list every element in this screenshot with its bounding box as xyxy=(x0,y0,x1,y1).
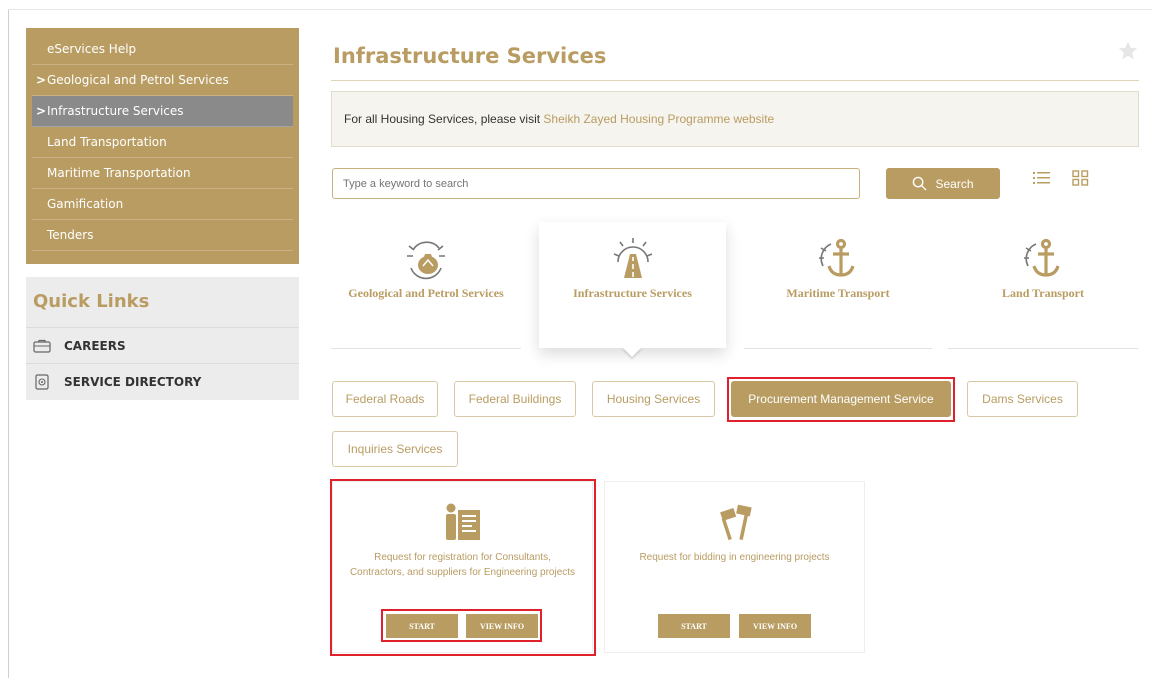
sidebar-item-gamification[interactable]: Gamification xyxy=(32,189,293,220)
sidebar-nav: eServices Help >Geological and Petrol Se… xyxy=(26,28,299,264)
category-label: Geological and Petrol Services xyxy=(348,286,504,300)
category-divider xyxy=(331,348,521,349)
sidebar-item-tenders[interactable]: Tenders xyxy=(32,220,293,251)
tab-dams-services[interactable]: Dams Services xyxy=(967,381,1078,417)
category-label: Maritime Transport xyxy=(786,286,890,300)
sidebar-item-geological[interactable]: >Geological and Petrol Services xyxy=(32,65,293,96)
grid-view-icon[interactable] xyxy=(1072,170,1090,186)
search-icon xyxy=(913,176,928,191)
search-button-label: Search xyxy=(935,176,974,191)
title-divider xyxy=(331,80,1139,81)
category-divider xyxy=(948,348,1138,349)
tab-federal-buildings[interactable]: Federal Buildings xyxy=(454,381,576,417)
sidebar-item-maritime-transportation[interactable]: Maritime Transportation xyxy=(32,158,293,189)
quick-link-label: SERVICE DIRECTORY xyxy=(64,374,202,389)
start-button[interactable]: START xyxy=(658,614,730,638)
road-gear-icon xyxy=(613,238,652,278)
anchor-gear-icon xyxy=(1024,238,1060,277)
sidebar-item-label: eServices Help xyxy=(47,42,137,56)
chevron-right-icon: > xyxy=(36,104,47,118)
category-label: Infrastructure Services xyxy=(573,286,692,300)
sidebar-item-label: Land Transportation xyxy=(47,135,167,149)
category-infrastructure[interactable]: Infrastructure Services xyxy=(539,222,726,348)
search-button[interactable]: Search xyxy=(886,168,1000,199)
sidebar-item-label: Infrastructure Services xyxy=(47,104,184,118)
chevron-right-icon: > xyxy=(36,73,47,87)
highlight-box-tab xyxy=(727,377,955,422)
category-label: Land Transport xyxy=(1002,286,1084,300)
favorite-star-icon[interactable] xyxy=(1117,40,1139,62)
tab-federal-roads[interactable]: Federal Roads xyxy=(332,381,438,417)
view-info-button[interactable]: VIEW INFO xyxy=(739,614,811,638)
service-title: Request for bidding in engineering proje… xyxy=(639,552,830,563)
page-title: Infrastructure Services xyxy=(333,44,607,68)
service-card-bidding: Request for bidding in engineering proje… xyxy=(604,481,865,653)
category-geological[interactable]: Geological and Petrol Services xyxy=(331,222,521,348)
category-divider xyxy=(744,348,932,349)
page-frame-top xyxy=(8,9,1152,10)
quick-link-label: CAREERS xyxy=(64,338,126,353)
page-frame-left xyxy=(8,10,9,678)
bidding-icon xyxy=(719,504,752,541)
sidebar-item-land-transportation[interactable]: Land Transportation xyxy=(32,127,293,158)
anchor-gear-icon xyxy=(819,238,855,277)
sidebar-item-label: Geological and Petrol Services xyxy=(47,73,229,87)
directory-icon xyxy=(32,373,52,390)
quick-links-title: Quick Links xyxy=(33,291,150,312)
sidebar-item-infrastructure[interactable]: >Infrastructure Services xyxy=(32,96,293,127)
quick-link-careers[interactable]: CAREERS xyxy=(26,327,299,363)
quick-links-panel: Quick Links CAREERS SERVICE DIRECTORY xyxy=(26,277,299,400)
tab-inquiries-services[interactable]: Inquiries Services xyxy=(332,431,458,467)
category-land-transport[interactable]: Land Transport xyxy=(948,222,1138,348)
briefcase-icon xyxy=(32,338,52,354)
sidebar-item-label: Tenders xyxy=(47,228,94,242)
active-category-pointer xyxy=(622,347,642,357)
sidebar-item-eservices-help[interactable]: eServices Help xyxy=(32,34,293,65)
highlight-box-buttons xyxy=(381,609,542,642)
oil-gear-icon xyxy=(407,241,445,280)
list-view-icon[interactable] xyxy=(1033,170,1051,186)
quick-link-service-directory[interactable]: SERVICE DIRECTORY xyxy=(26,363,299,399)
tab-housing-services[interactable]: Housing Services xyxy=(592,381,715,417)
housing-notice: For all Housing Services, please visit S… xyxy=(331,91,1139,147)
housing-programme-link[interactable]: Sheikh Zayed Housing Programme website xyxy=(543,112,774,126)
sidebar-item-label: Maritime Transportation xyxy=(47,166,191,180)
sidebar-item-label: Gamification xyxy=(47,197,124,211)
search-input[interactable] xyxy=(332,168,860,199)
notice-text: For all Housing Services, please visit xyxy=(344,112,544,126)
category-maritime[interactable]: Maritime Transport xyxy=(744,222,932,348)
